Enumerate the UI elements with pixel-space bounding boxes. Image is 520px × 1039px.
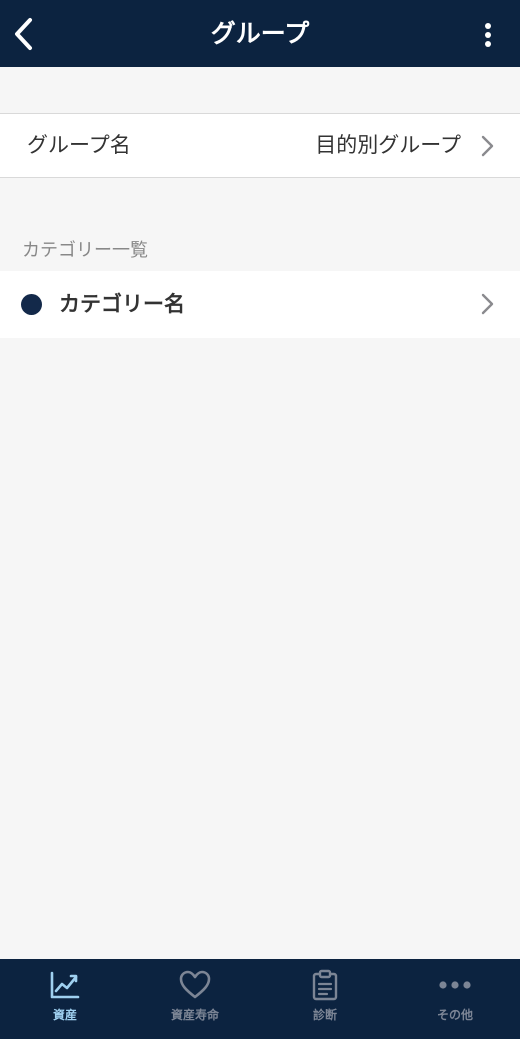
chevron-right-icon	[481, 135, 494, 157]
tab-diagnosis[interactable]: 診断	[260, 959, 390, 1039]
back-button[interactable]	[6, 14, 42, 54]
chevron-right-icon	[481, 293, 494, 315]
group-name-row[interactable]: グループ名 目的別グループ	[0, 113, 520, 178]
clipboard-icon	[308, 969, 342, 1001]
group-name-label: グループ名	[27, 133, 131, 157]
chevron-left-icon	[15, 18, 32, 50]
tab-label: その他	[436, 1008, 473, 1022]
category-name-label: カテゴリー名	[59, 292, 185, 316]
tab-assets[interactable]: 資産	[0, 959, 130, 1039]
more-menu-button[interactable]	[478, 18, 498, 52]
page-title: グループ	[210, 19, 310, 48]
bottom-tab-bar: 資産 資産寿命 診断 その他	[0, 959, 520, 1039]
tab-label: 資産寿命	[170, 1008, 219, 1022]
tab-label: 診断	[312, 1008, 337, 1022]
category-list-heading: カテゴリー一覧	[22, 240, 148, 261]
app-screen: グループ グループ名 目的別グループ カテゴリー一覧 カテゴリー名 資産 資産寿…	[0, 0, 520, 1039]
chart-line-icon	[48, 969, 82, 1001]
more-horizontal-icon	[438, 969, 472, 1001]
header-bar: グループ	[0, 0, 520, 67]
more-vertical-icon	[485, 23, 491, 47]
group-name-value: 目的別グループ	[315, 133, 461, 157]
category-list-item[interactable]: カテゴリー名	[0, 271, 520, 338]
tab-asset-longevity[interactable]: 資産寿命	[130, 959, 260, 1039]
category-color-dot	[21, 294, 42, 315]
heart-icon	[178, 969, 212, 1001]
tab-other[interactable]: その他	[390, 959, 520, 1039]
tab-label: 資産	[52, 1008, 77, 1022]
